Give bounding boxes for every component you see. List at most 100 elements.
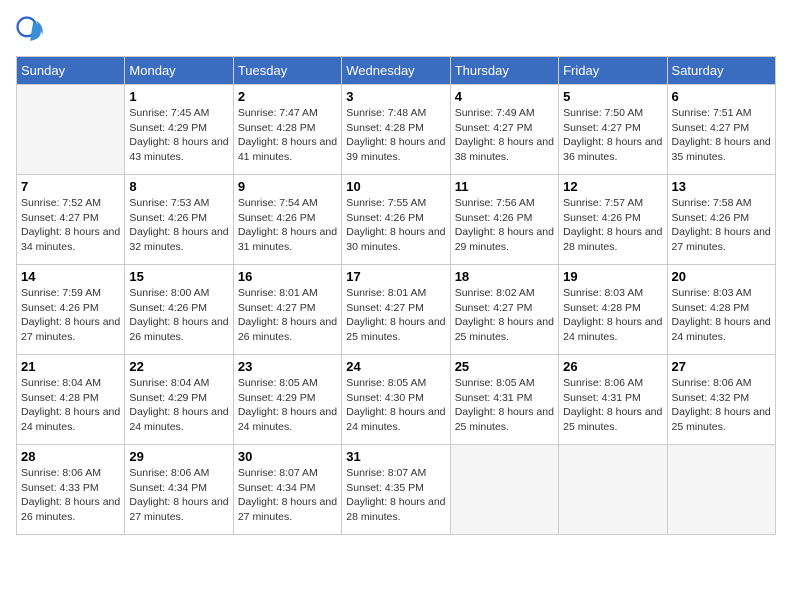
day-number: 10 (346, 179, 445, 194)
day-number: 29 (129, 449, 228, 464)
day-cell (667, 445, 775, 535)
day-number: 1 (129, 89, 228, 104)
day-cell (559, 445, 667, 535)
day-number: 9 (238, 179, 337, 194)
weekday-header-wednesday: Wednesday (342, 57, 450, 85)
day-info: Sunrise: 8:07 AMSunset: 4:35 PMDaylight:… (346, 466, 445, 525)
day-info: Sunrise: 8:06 AMSunset: 4:32 PMDaylight:… (672, 376, 771, 435)
day-info: Sunrise: 8:06 AMSunset: 4:31 PMDaylight:… (563, 376, 662, 435)
day-cell: 7 Sunrise: 7:52 AMSunset: 4:27 PMDaylight… (17, 175, 125, 265)
day-info: Sunrise: 8:04 AMSunset: 4:29 PMDaylight:… (129, 376, 228, 435)
day-cell: 23 Sunrise: 8:05 AMSunset: 4:29 PMDayligh… (233, 355, 341, 445)
day-cell: 24 Sunrise: 8:05 AMSunset: 4:30 PMDayligh… (342, 355, 450, 445)
day-cell: 26 Sunrise: 8:06 AMSunset: 4:31 PMDayligh… (559, 355, 667, 445)
day-cell: 29 Sunrise: 8:06 AMSunset: 4:34 PMDayligh… (125, 445, 233, 535)
day-info: Sunrise: 8:05 AMSunset: 4:31 PMDaylight:… (455, 376, 554, 435)
day-number: 7 (21, 179, 120, 194)
day-info: Sunrise: 7:58 AMSunset: 4:26 PMDaylight:… (672, 196, 771, 255)
day-info: Sunrise: 8:06 AMSunset: 4:33 PMDaylight:… (21, 466, 120, 525)
weekday-header-tuesday: Tuesday (233, 57, 341, 85)
day-number: 5 (563, 89, 662, 104)
day-cell: 17Sunrise: 8:01 AMSunset: 4:27 PMDayligh… (342, 265, 450, 355)
weekday-header-sunday: Sunday (17, 57, 125, 85)
day-cell: 31 Sunrise: 8:07 AMSunset: 4:35 PMDayligh… (342, 445, 450, 535)
day-number: 31 (346, 449, 445, 464)
day-info: Sunrise: 7:50 AMSunset: 4:27 PMDaylight:… (563, 106, 662, 165)
day-number: 19 (563, 269, 662, 284)
day-info: Sunrise: 8:06 AMSunset: 4:34 PMDaylight:… (129, 466, 228, 525)
day-number: 26 (563, 359, 662, 374)
day-cell: 20 Sunrise: 8:03 AMSunset: 4:28 PMDayligh… (667, 265, 775, 355)
week-row-4: 21 Sunrise: 8:04 AMSunset: 4:28 PMDayligh… (17, 355, 776, 445)
day-number: 12 (563, 179, 662, 194)
day-cell: 22 Sunrise: 8:04 AMSunset: 4:29 PMDayligh… (125, 355, 233, 445)
weekday-header-friday: Friday (559, 57, 667, 85)
day-cell: 10Sunrise: 7:55 AMSunset: 4:26 PMDayligh… (342, 175, 450, 265)
day-cell: 19 Sunrise: 8:03 AMSunset: 4:28 PMDayligh… (559, 265, 667, 355)
weekday-header-thursday: Thursday (450, 57, 558, 85)
day-cell: 8Sunrise: 7:53 AMSunset: 4:26 PMDaylight… (125, 175, 233, 265)
day-cell: 25 Sunrise: 8:05 AMSunset: 4:31 PMDayligh… (450, 355, 558, 445)
day-number: 22 (129, 359, 228, 374)
weekday-header-saturday: Saturday (667, 57, 775, 85)
day-number: 13 (672, 179, 771, 194)
day-number: 14 (21, 269, 120, 284)
day-number: 21 (21, 359, 120, 374)
day-cell: 18Sunrise: 8:02 AMSunset: 4:27 PMDayligh… (450, 265, 558, 355)
day-number: 6 (672, 89, 771, 104)
day-info: Sunrise: 8:03 AMSunset: 4:28 PMDaylight:… (563, 286, 662, 345)
day-number: 4 (455, 89, 554, 104)
week-row-5: 28 Sunrise: 8:06 AMSunset: 4:33 PMDayligh… (17, 445, 776, 535)
day-info: Sunrise: 8:05 AMSunset: 4:29 PMDaylight:… (238, 376, 337, 435)
day-number: 16 (238, 269, 337, 284)
day-cell: 27 Sunrise: 8:06 AMSunset: 4:32 PMDayligh… (667, 355, 775, 445)
day-number: 30 (238, 449, 337, 464)
day-cell: 12 Sunrise: 7:57 AMSunset: 4:26 PMDayligh… (559, 175, 667, 265)
day-cell: 14Sunrise: 7:59 AMSunset: 4:26 PMDayligh… (17, 265, 125, 355)
day-info: Sunrise: 7:57 AMSunset: 4:26 PMDaylight:… (563, 196, 662, 255)
day-info: Sunrise: 8:05 AMSunset: 4:30 PMDaylight:… (346, 376, 445, 435)
day-cell: 5 Sunrise: 7:50 AMSunset: 4:27 PMDaylight… (559, 85, 667, 175)
day-info: Sunrise: 8:02 AMSunset: 4:27 PMDaylight:… (455, 286, 554, 345)
day-info: Sunrise: 7:49 AMSunset: 4:27 PMDaylight:… (455, 106, 554, 165)
week-row-2: 7 Sunrise: 7:52 AMSunset: 4:27 PMDaylight… (17, 175, 776, 265)
day-info: Sunrise: 8:01 AMSunset: 4:27 PMDaylight:… (238, 286, 337, 345)
day-info: Sunrise: 7:54 AMSunset: 4:26 PMDaylight:… (238, 196, 337, 255)
day-cell: 3 Sunrise: 7:48 AMSunset: 4:28 PMDaylight… (342, 85, 450, 175)
day-number: 24 (346, 359, 445, 374)
day-number: 8 (129, 179, 228, 194)
day-cell: 15 Sunrise: 8:00 AMSunset: 4:26 PMDayligh… (125, 265, 233, 355)
day-info: Sunrise: 7:48 AMSunset: 4:28 PMDaylight:… (346, 106, 445, 165)
day-cell: 21 Sunrise: 8:04 AMSunset: 4:28 PMDayligh… (17, 355, 125, 445)
day-info: Sunrise: 8:03 AMSunset: 4:28 PMDaylight:… (672, 286, 771, 345)
day-info: Sunrise: 7:45 AMSunset: 4:29 PMDaylight:… (129, 106, 228, 165)
week-row-3: 14Sunrise: 7:59 AMSunset: 4:26 PMDayligh… (17, 265, 776, 355)
day-info: Sunrise: 8:00 AMSunset: 4:26 PMDaylight:… (129, 286, 228, 345)
day-info: Sunrise: 7:52 AMSunset: 4:27 PMDaylight:… (21, 196, 120, 255)
day-cell: 16 Sunrise: 8:01 AMSunset: 4:27 PMDayligh… (233, 265, 341, 355)
week-row-1: 1 Sunrise: 7:45 AMSunset: 4:29 PMDaylight… (17, 85, 776, 175)
day-number: 11 (455, 179, 554, 194)
day-cell: 6 Sunrise: 7:51 AMSunset: 4:27 PMDaylight… (667, 85, 775, 175)
day-number: 28 (21, 449, 120, 464)
day-cell: 2Sunrise: 7:47 AMSunset: 4:28 PMDaylight… (233, 85, 341, 175)
day-cell: 30Sunrise: 8:07 AMSunset: 4:34 PMDayligh… (233, 445, 341, 535)
day-number: 25 (455, 359, 554, 374)
day-number: 2 (238, 89, 337, 104)
day-number: 3 (346, 89, 445, 104)
day-number: 27 (672, 359, 771, 374)
weekday-header-row: SundayMondayTuesdayWednesdayThursdayFrid… (17, 57, 776, 85)
day-number: 20 (672, 269, 771, 284)
day-info: Sunrise: 7:56 AMSunset: 4:26 PMDaylight:… (455, 196, 554, 255)
logo-icon (16, 16, 44, 44)
day-cell (17, 85, 125, 175)
day-info: Sunrise: 8:04 AMSunset: 4:28 PMDaylight:… (21, 376, 120, 435)
day-number: 23 (238, 359, 337, 374)
day-number: 15 (129, 269, 228, 284)
day-cell (450, 445, 558, 535)
day-number: 17 (346, 269, 445, 284)
calendar-table: SundayMondayTuesdayWednesdayThursdayFrid… (16, 56, 776, 535)
day-cell: 9 Sunrise: 7:54 AMSunset: 4:26 PMDaylight… (233, 175, 341, 265)
day-cell: 1 Sunrise: 7:45 AMSunset: 4:29 PMDaylight… (125, 85, 233, 175)
day-info: Sunrise: 7:51 AMSunset: 4:27 PMDaylight:… (672, 106, 771, 165)
